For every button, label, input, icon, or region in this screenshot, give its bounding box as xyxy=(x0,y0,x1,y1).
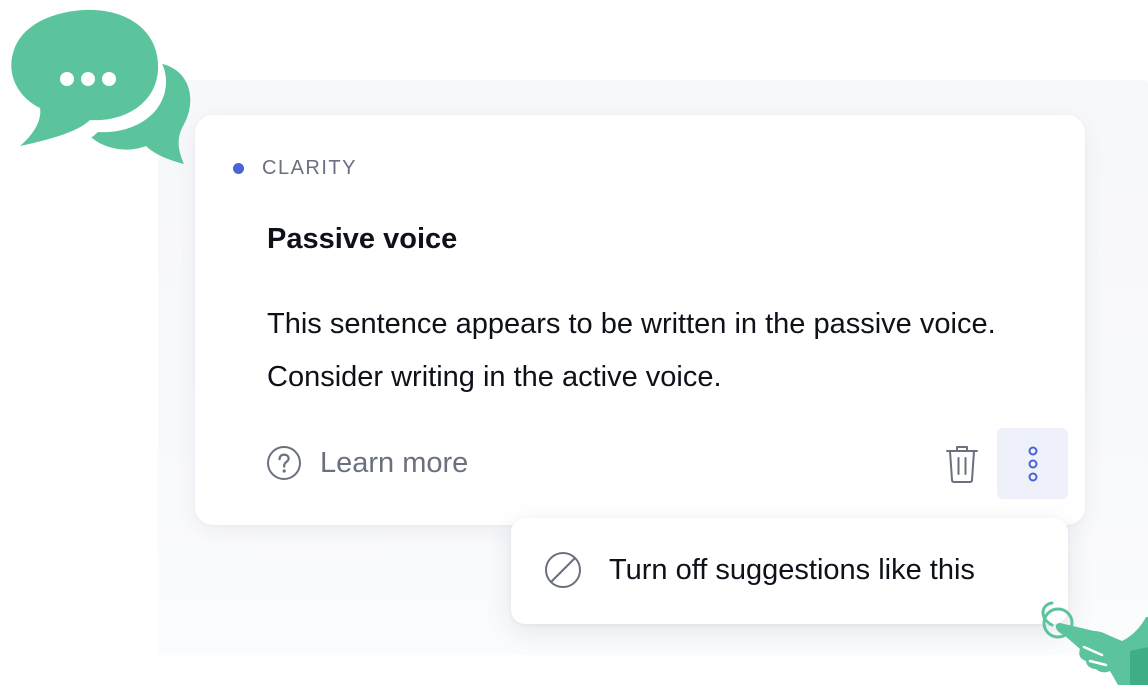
chat-bubbles-icon xyxy=(11,9,191,164)
question-circle-icon xyxy=(267,446,301,480)
menu-item-turn-off-suggestions[interactable]: Turn off suggestions like this xyxy=(543,550,975,590)
options-menu: Turn off suggestions like this xyxy=(511,518,1068,624)
more-options-button[interactable] xyxy=(997,428,1068,499)
category-dot xyxy=(233,163,244,174)
suggestion-description: This sentence appears to be written in t… xyxy=(267,308,996,393)
block-icon xyxy=(545,552,581,588)
category-label: CLARITY xyxy=(262,157,357,179)
pointing-hand-icon xyxy=(1041,601,1148,685)
trash-icon xyxy=(946,446,978,483)
category-tag: CLARITY xyxy=(233,157,357,180)
learn-more-link[interactable]: Learn more xyxy=(266,445,468,481)
stage: CLARITY Passive voice This sentence appe… xyxy=(0,0,1148,685)
dismiss-button[interactable] xyxy=(940,442,984,486)
suggestion-card: CLARITY Passive voice This sentence appe… xyxy=(195,115,1085,525)
menu-item-label: Turn off suggestions like this xyxy=(609,553,975,586)
more-vertical-icon xyxy=(1028,446,1037,481)
suggestion-title: Passive voice xyxy=(267,223,458,255)
learn-more-label: Learn more xyxy=(320,446,469,479)
